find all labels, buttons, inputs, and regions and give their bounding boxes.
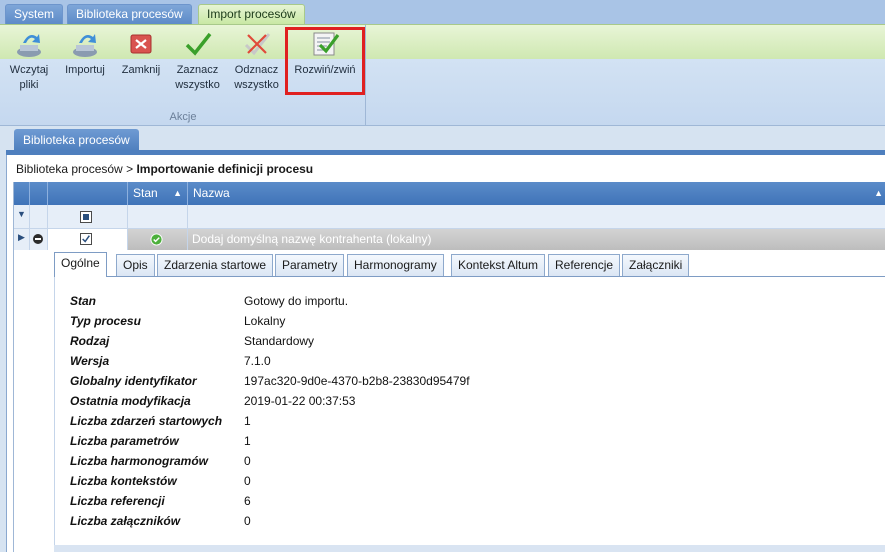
close-icon [130,34,152,54]
import-label: Importuj [65,64,105,76]
filter-select-cell [48,205,128,228]
filter-icon[interactable]: ▼ [17,209,26,219]
row-select-cell [48,229,128,250]
deselect-all-label: Odznacz wszystko [234,64,279,91]
filter-expand-cell [30,205,48,228]
grid-header: Stan ▲ Nazwa ▲ [14,182,885,205]
prop-label: Stan [70,294,97,308]
prop-label: Liczba parametrów [70,434,179,448]
prop-label: Liczba kontekstów [70,474,177,488]
prop-value: 197ac320-9d0e-4370-b2b8-23830d95479f [244,374,470,388]
prop-value: 7.1.0 [244,354,271,368]
collapse-icon[interactable] [33,234,43,244]
prop-label: Liczba referencji [70,494,165,508]
tab-system[interactable]: System [5,4,64,24]
prop-label: Globalny identyfikator [70,374,197,388]
prop-label: Ostatnia modyfikacja [70,394,191,408]
prop-label: Rodzaj [70,334,110,348]
column-nazwa-label: Nazwa [193,186,230,200]
status-ok-icon [150,233,163,246]
tab-import-procesow[interactable]: Import procesów [198,4,305,24]
prop-value: Standardowy [244,334,315,348]
header-select-col [48,182,128,205]
prop-value: 0 [244,514,251,528]
prop-value: 0 [244,454,251,468]
breadcrumb-root[interactable]: Biblioteka procesów [16,162,123,176]
tab-opis[interactable]: Opis [116,254,155,276]
filter-cell: ▼ [14,205,30,228]
deselect-all-button[interactable]: Odznacz wszystko [229,29,284,93]
column-header-nazwa[interactable]: Nazwa ▲ [188,182,885,205]
highlight-box [285,27,365,95]
row-pointer-icon: ▶ [18,232,25,242]
general-details-panel: Stan Gotowy do importu. Typ procesu Loka… [54,276,885,552]
row-status-cell [128,229,188,250]
select-all-label: Zaznacz wszystko [175,64,220,91]
row-name: Dodaj domyślną nazwę kontrahenta (lokaln… [192,232,432,246]
import-button[interactable]: Importuj [60,29,110,78]
panel-bottom-scrollbar[interactable] [54,545,885,552]
tab-zalaczniki[interactable]: Załączniki [622,254,690,276]
row-indicator: ▶ [14,229,30,250]
uncheck-icon [244,33,270,56]
breadcrumb: Biblioteka procesów > Importowanie defin… [16,162,313,176]
prop-label: Liczba harmonogramów [70,454,209,468]
column-header-stan[interactable]: Stan ▲ [128,182,188,205]
prop-value: Gotowy do importu. [244,294,349,308]
table-row[interactable]: ▶ Dodaj domyślną nazwę kontrahenta (loka… [14,229,885,250]
close-label: Zamknij [121,64,161,76]
breadcrumb-separator: > [126,162,134,176]
prop-value: 1 [244,414,251,428]
header-expand-col [30,182,48,205]
tab-parametry[interactable]: Parametry [275,254,345,276]
filter-nazwa-cell[interactable] [188,205,885,228]
filter-row: ▼ [14,205,885,229]
row-expand-cell [30,229,48,250]
ribbon-tab-bar: System Biblioteka procesów Import proces… [0,0,885,24]
row-checkbox[interactable] [80,233,92,245]
prop-value: 2019-01-22 00:37:53 [244,394,356,408]
column-stan-label: Stan [133,186,158,200]
tab-ogolne[interactable]: Ogólne [54,252,107,277]
check-icon [185,32,211,56]
prop-value: Lokalny [244,314,286,328]
partial-mark [83,214,89,220]
import-icon [73,34,97,57]
prop-label: Typ procesu [70,314,141,328]
load-files-button[interactable]: Wczytaj pliki [6,29,52,93]
tab-biblioteka-procesow[interactable]: Biblioteka procesów [67,4,192,24]
close-button[interactable]: Zamknij [117,29,165,78]
detail-tabs: Ogólne Opis Zdarzenia startowe Parametry… [54,252,885,277]
breadcrumb-current: Importowanie definicji procesu [136,162,314,176]
row-name-cell: Dodaj domyślną nazwę kontrahenta (lokaln… [188,229,885,250]
prop-value: 6 [244,494,251,508]
ribbon-group-label: Akcje [169,111,197,123]
tab-zdarzenia-startowe[interactable]: Zdarzenia startowe [157,254,274,276]
prop-value: 0 [244,474,251,488]
document-tab[interactable]: Biblioteka procesów [14,129,139,151]
load-files-label: Wczytaj pliki [9,64,49,91]
content-area: Biblioteka procesów > Importowanie defin… [6,155,885,552]
sort-up-icon: ▲ [874,188,883,198]
sort-up-icon: ▲ [173,188,182,198]
tab-kontekst-altum[interactable]: Kontekst Altum [451,254,546,276]
load-files-icon [17,34,41,57]
select-all-button[interactable]: Zaznacz wszystko [170,29,225,93]
prop-label: Liczba załączników [70,514,181,528]
select-all-checkbox[interactable] [80,211,92,223]
checkmark-icon [82,235,90,243]
tab-harmonogramy[interactable]: Harmonogramy [347,254,444,276]
prop-value: 1 [244,434,251,448]
tab-referencje[interactable]: Referencje [548,254,621,276]
process-grid: Stan ▲ Nazwa ▲ ▼ ▶ Dodaj domyślną nazwę … [13,182,885,552]
ribbon: Wczytaj pliki Importuj Zamknij Zaznacz w… [0,24,885,126]
prop-label: Wersja [70,354,110,368]
header-indicator-col [14,182,30,205]
filter-stan-cell[interactable] [128,205,188,228]
prop-label: Liczba zdarzeń startowych [70,414,223,428]
